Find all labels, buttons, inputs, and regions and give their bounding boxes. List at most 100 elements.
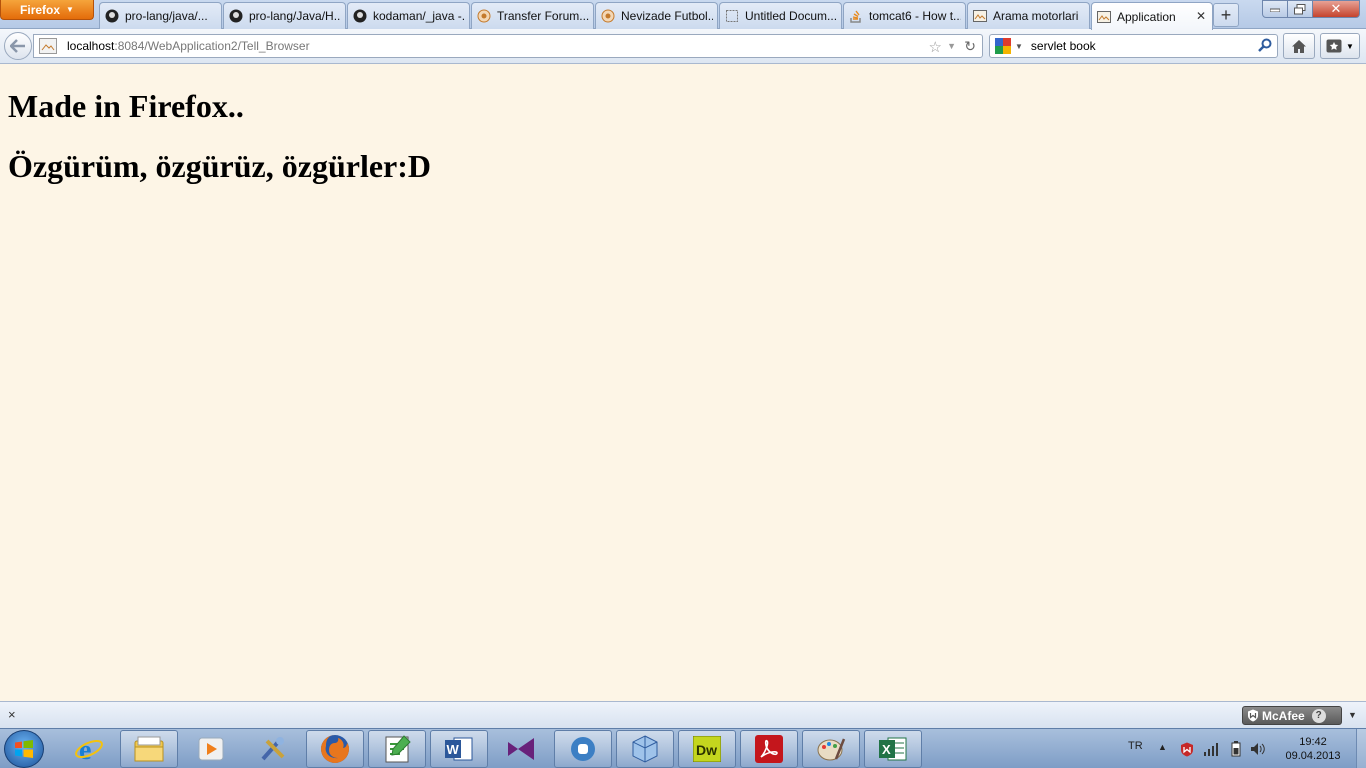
document-icon [724, 8, 740, 24]
bookmark-star-icon[interactable]: ☆ [929, 38, 942, 56]
reload-icon[interactable]: ↻ [964, 38, 976, 55]
search-engine-dropdown-icon[interactable]: ▼ [1015, 42, 1023, 51]
start-button[interactable] [4, 730, 44, 768]
tab-close-icon[interactable]: ✕ [1196, 9, 1206, 23]
language-indicator[interactable]: TR [1128, 740, 1143, 752]
home-icon [1292, 39, 1306, 53]
taskbar-excel[interactable]: X [864, 730, 922, 768]
clock-date: 09.04.2013 [1285, 750, 1341, 762]
navigation-toolbar: localhost:8084/WebApplication2/Tell_Brow… [0, 29, 1366, 64]
svg-text:Dw: Dw [696, 742, 717, 758]
tab-title: pro-lang/Java/H... [249, 9, 341, 23]
file-explorer-icon [134, 736, 164, 762]
battery-icon[interactable] [1228, 741, 1244, 757]
bookmarks-button[interactable]: ▼ [1320, 33, 1360, 59]
minimize-button[interactable] [1262, 0, 1288, 18]
taskbar-app-circle[interactable] [554, 730, 612, 768]
github-icon [352, 8, 368, 24]
windows-taskbar: e W Dw X TR ▲ 19:42 09.04.2013 [0, 728, 1366, 768]
home-button[interactable] [1283, 33, 1315, 59]
tab-3[interactable]: kodaman/_java -... [347, 2, 470, 29]
tab-4[interactable]: Transfer Forum... [471, 2, 594, 29]
site-identity-icon[interactable] [39, 38, 57, 54]
virtualbox-icon [632, 735, 658, 763]
taskbar-tools[interactable] [244, 730, 302, 768]
restore-button[interactable] [1287, 0, 1313, 18]
url-bar[interactable]: localhost:8084/WebApplication2/Tell_Brow… [33, 34, 983, 58]
search-bar[interactable]: ▼ [989, 34, 1278, 58]
search-input[interactable] [1030, 39, 1256, 53]
addon-bar: × McAfee ? ▼ [0, 701, 1366, 728]
volume-icon[interactable] [1250, 741, 1266, 757]
taskbar-file-explorer[interactable] [120, 730, 178, 768]
url-host: localhost [67, 39, 115, 53]
media-player-icon [198, 737, 224, 761]
tab-8[interactable]: Arama motorlari [967, 2, 1090, 29]
taskbar-notepad[interactable] [368, 730, 426, 768]
window-close-button[interactable]: ✕ [1312, 0, 1360, 18]
github-icon [104, 8, 120, 24]
clock-time: 19:42 [1299, 736, 1327, 748]
url-text[interactable]: localhost:8084/WebApplication2/Tell_Brow… [67, 39, 310, 53]
tab-title: Arama motorlari [993, 9, 1079, 23]
new-tab-button[interactable]: + [1213, 3, 1239, 27]
chevron-down-icon[interactable]: ▼ [1348, 710, 1357, 720]
url-history-dropdown-icon[interactable]: ▼ [947, 41, 956, 51]
tab-1[interactable]: pro-lang/java/... [99, 2, 222, 29]
word-icon: W [445, 737, 473, 761]
taskbar-media-player[interactable] [182, 730, 240, 768]
tab-title: Nevizade Futbol... [621, 9, 713, 23]
tab-7[interactable]: tomcat6 - How t... [843, 2, 966, 29]
mcafee-tray-icon[interactable] [1179, 741, 1195, 757]
minimize-icon [1270, 8, 1280, 12]
taskbar-virtualbox[interactable] [616, 730, 674, 768]
tab-strip: Firefox ▼ pro-lang/java/... pro-lang/Jav… [0, 0, 1366, 30]
excel-icon: X [879, 737, 907, 761]
dreamweaver-icon: Dw [693, 736, 721, 762]
taskbar-visual-studio[interactable] [492, 730, 550, 768]
windows-logo-icon [15, 740, 33, 758]
tab-5[interactable]: Nevizade Futbol... [595, 2, 718, 29]
page-heading-1: Made in Firefox.. [8, 88, 244, 124]
acrobat-icon [755, 735, 783, 763]
app-circle-icon [571, 737, 595, 761]
svg-text:W: W [447, 742, 460, 757]
taskbar-internet-explorer[interactable]: e [60, 730, 118, 768]
page-heading-2: Özgürüm, özgürüz, özgürler:D [8, 148, 432, 184]
firefox-icon [321, 735, 349, 763]
tab-title: kodaman/_java -... [373, 9, 465, 23]
taskbar-paint[interactable] [802, 730, 860, 768]
taskbar-firefox[interactable] [306, 730, 364, 768]
show-desktop-button[interactable] [1356, 729, 1366, 768]
network-signal-icon[interactable] [1203, 741, 1219, 757]
back-button[interactable] [4, 32, 32, 60]
url-path: :8084/WebApplication2/Tell_Browser [114, 39, 310, 53]
tools-icon [261, 737, 285, 761]
search-icon[interactable] [1258, 38, 1272, 55]
taskbar-word[interactable]: W [430, 730, 488, 768]
firefox-menu-label: Firefox [20, 2, 61, 17]
internet-explorer-icon: e [75, 735, 103, 764]
mcafee-button[interactable]: McAfee ? [1242, 706, 1342, 725]
github-icon [228, 8, 244, 24]
tab-title: tomcat6 - How t... [869, 9, 961, 23]
taskbar-dreamweaver[interactable]: Dw [678, 730, 736, 768]
google-icon[interactable] [995, 38, 1011, 54]
forum-icon [600, 8, 616, 24]
tab-active-application[interactable]: Application ✕ [1091, 2, 1213, 30]
addon-bar-close-icon[interactable]: × [8, 707, 16, 722]
chevron-down-icon: ▼ [1346, 41, 1354, 51]
show-hidden-icons-icon[interactable]: ▲ [1158, 742, 1167, 752]
tab-2[interactable]: pro-lang/Java/H... [223, 2, 346, 29]
page-content: Made in Firefox.. Özgürüm, özgürüz, özgü… [0, 64, 1366, 701]
taskbar-acrobat[interactable] [740, 730, 798, 768]
help-icon[interactable]: ? [1311, 708, 1326, 723]
visual-studio-icon [508, 738, 534, 760]
restore-icon [1294, 3, 1306, 14]
mcafee-shield-icon [1248, 709, 1258, 722]
paint-icon [817, 738, 846, 761]
tab-6[interactable]: Untitled Docum... [719, 2, 842, 29]
firefox-menu-button[interactable]: Firefox ▼ [0, 0, 94, 20]
forum-icon [476, 8, 492, 24]
system-clock[interactable]: 19:42 09.04.2013 [1280, 735, 1346, 763]
